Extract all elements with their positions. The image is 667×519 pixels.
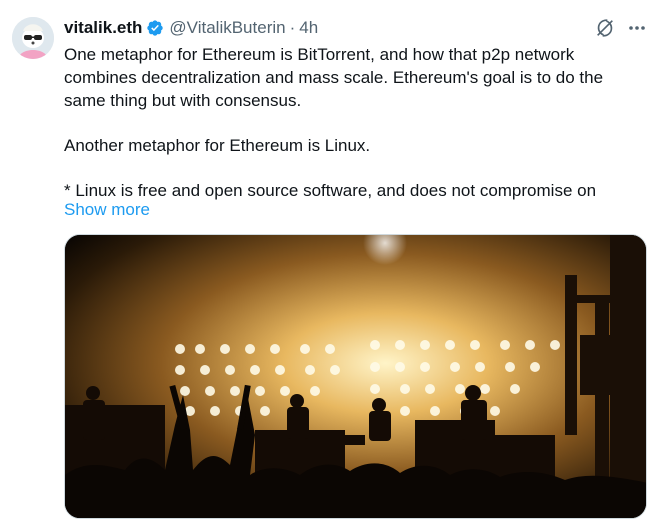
more-options-icon[interactable] xyxy=(626,17,648,39)
timestamp[interactable]: 4h xyxy=(299,18,318,38)
tweet-paragraph: Another metaphor for Ethereum is Linux. xyxy=(64,136,371,155)
tweet-header: vitalik.eth @VitalikButerin · 4h xyxy=(64,17,318,39)
concert-photo xyxy=(65,235,646,518)
avatar[interactable] xyxy=(12,17,54,59)
avatar-image xyxy=(12,17,54,59)
grok-icon[interactable] xyxy=(594,17,616,39)
tweet-media-image[interactable] xyxy=(64,234,647,519)
show-more-link[interactable]: Show more xyxy=(64,199,150,221)
tweet-paragraph: One metaphor for Ethereum is BitTorrent,… xyxy=(64,45,604,110)
user-handle[interactable]: @VitalikButerin xyxy=(169,18,285,38)
display-name[interactable]: vitalik.eth xyxy=(64,18,142,38)
verified-badge-icon[interactable] xyxy=(146,19,164,37)
separator-dot: · xyxy=(289,18,296,37)
tweet-text: One metaphor for Ethereum is BitTorrent,… xyxy=(64,43,644,202)
tweet-paragraph: * Linux is free and open source software… xyxy=(64,181,597,200)
